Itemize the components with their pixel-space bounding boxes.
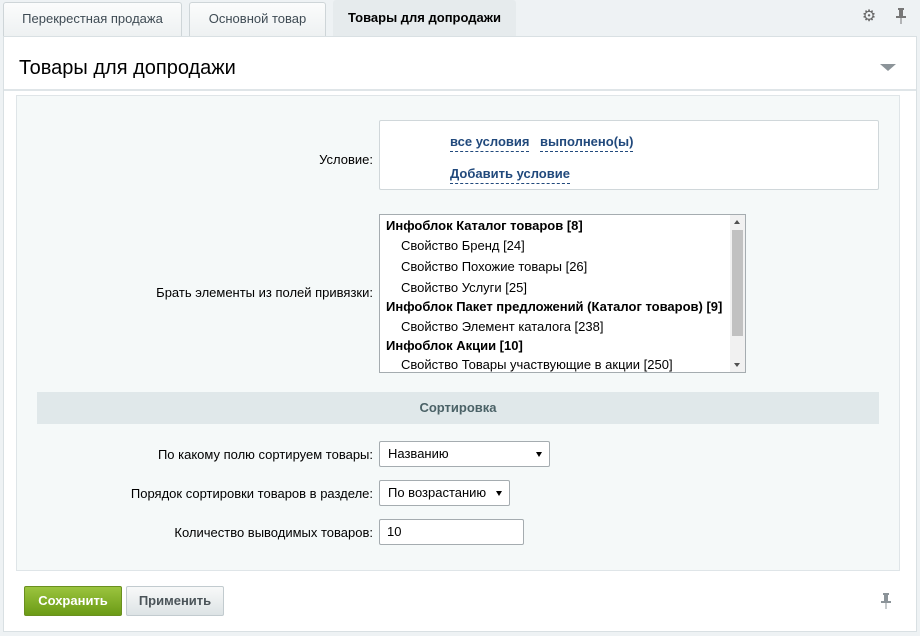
chevron-down-icon <box>496 491 502 496</box>
scroll-thumb[interactable] <box>732 230 743 336</box>
list-option[interactable]: Свойство Похожие товары [26] <box>401 259 587 274</box>
sort-field-select[interactable]: Названию <box>379 441 550 467</box>
pin-icon-shape <box>881 593 891 609</box>
listbox-scrollbar[interactable] <box>730 215 745 372</box>
settings-panel: Товары для допродажи Условие: все услови… <box>3 36 917 632</box>
form-area: Условие: все условия выполнено(ы) Добави… <box>16 95 900 571</box>
binding-label: Брать элементы из полей привязки: <box>156 285 373 300</box>
fulfilled-link[interactable]: выполнено(ы) <box>540 134 634 152</box>
tab-upsell[interactable]: Товары для допродажи <box>333 0 516 36</box>
tab-tools: ⚙ <box>860 8 910 26</box>
tab-bar: Перекрестная продажа Основной товар Това… <box>0 0 920 37</box>
chevron-down-icon <box>536 452 542 457</box>
scroll-up-icon[interactable] <box>734 220 740 224</box>
all-conditions-link[interactable]: все условия <box>450 134 530 152</box>
sorting-section-header: Сортировка <box>37 392 879 424</box>
scroll-down-icon[interactable] <box>734 363 740 367</box>
list-option[interactable]: Свойство Услуги [25] <box>401 280 527 295</box>
sort-order-value: По возрастанию <box>388 485 487 500</box>
add-condition-link[interactable]: Добавить условие <box>450 166 570 184</box>
condition-box: все условия выполнено(ы) Добавить услови… <box>379 120 879 190</box>
sort-field-value: Названию <box>388 446 449 461</box>
tab-main-product[interactable]: Основной товар <box>189 2 326 36</box>
divider <box>4 89 916 91</box>
pin-icon[interactable] <box>892 8 910 26</box>
list-option[interactable]: Свойство Бренд [24] <box>401 238 525 253</box>
pin-icon[interactable] <box>880 593 894 611</box>
list-group[interactable]: Инфоблок Пакет предложений (Каталог това… <box>386 299 722 314</box>
pin-icon-shape <box>896 8 906 24</box>
collapse-arrow-icon[interactable] <box>880 64 896 71</box>
binding-listbox[interactable]: Инфоблок Каталог товаров [8] Свойство Бр… <box>379 214 746 373</box>
list-group[interactable]: Инфоблок Акции [10] <box>386 338 523 353</box>
list-option[interactable]: Свойство Товары участвующие в акции [250… <box>401 357 673 372</box>
gear-icon[interactable]: ⚙ <box>860 8 878 26</box>
list-group[interactable]: Инфоблок Каталог товаров [8] <box>386 218 583 233</box>
save-button[interactable]: Сохранить <box>24 586 122 616</box>
tab-cross-sell[interactable]: Перекрестная продажа <box>3 2 182 36</box>
list-option[interactable]: Свойство Элемент каталога [238] <box>401 319 603 334</box>
sort-order-label: Порядок сортировки товаров в разделе: <box>130 486 373 501</box>
count-label: Количество выводимых товаров: <box>174 525 373 540</box>
count-input[interactable]: 10 <box>379 519 524 545</box>
apply-button[interactable]: Применить <box>126 586 224 616</box>
sort-order-select[interactable]: По возрастанию <box>379 480 510 506</box>
sort-field-label: По какому полю сортируем товары: <box>157 447 373 462</box>
panel-title: Товары для допродажи <box>19 57 236 79</box>
condition-label: Условие: <box>319 152 373 167</box>
